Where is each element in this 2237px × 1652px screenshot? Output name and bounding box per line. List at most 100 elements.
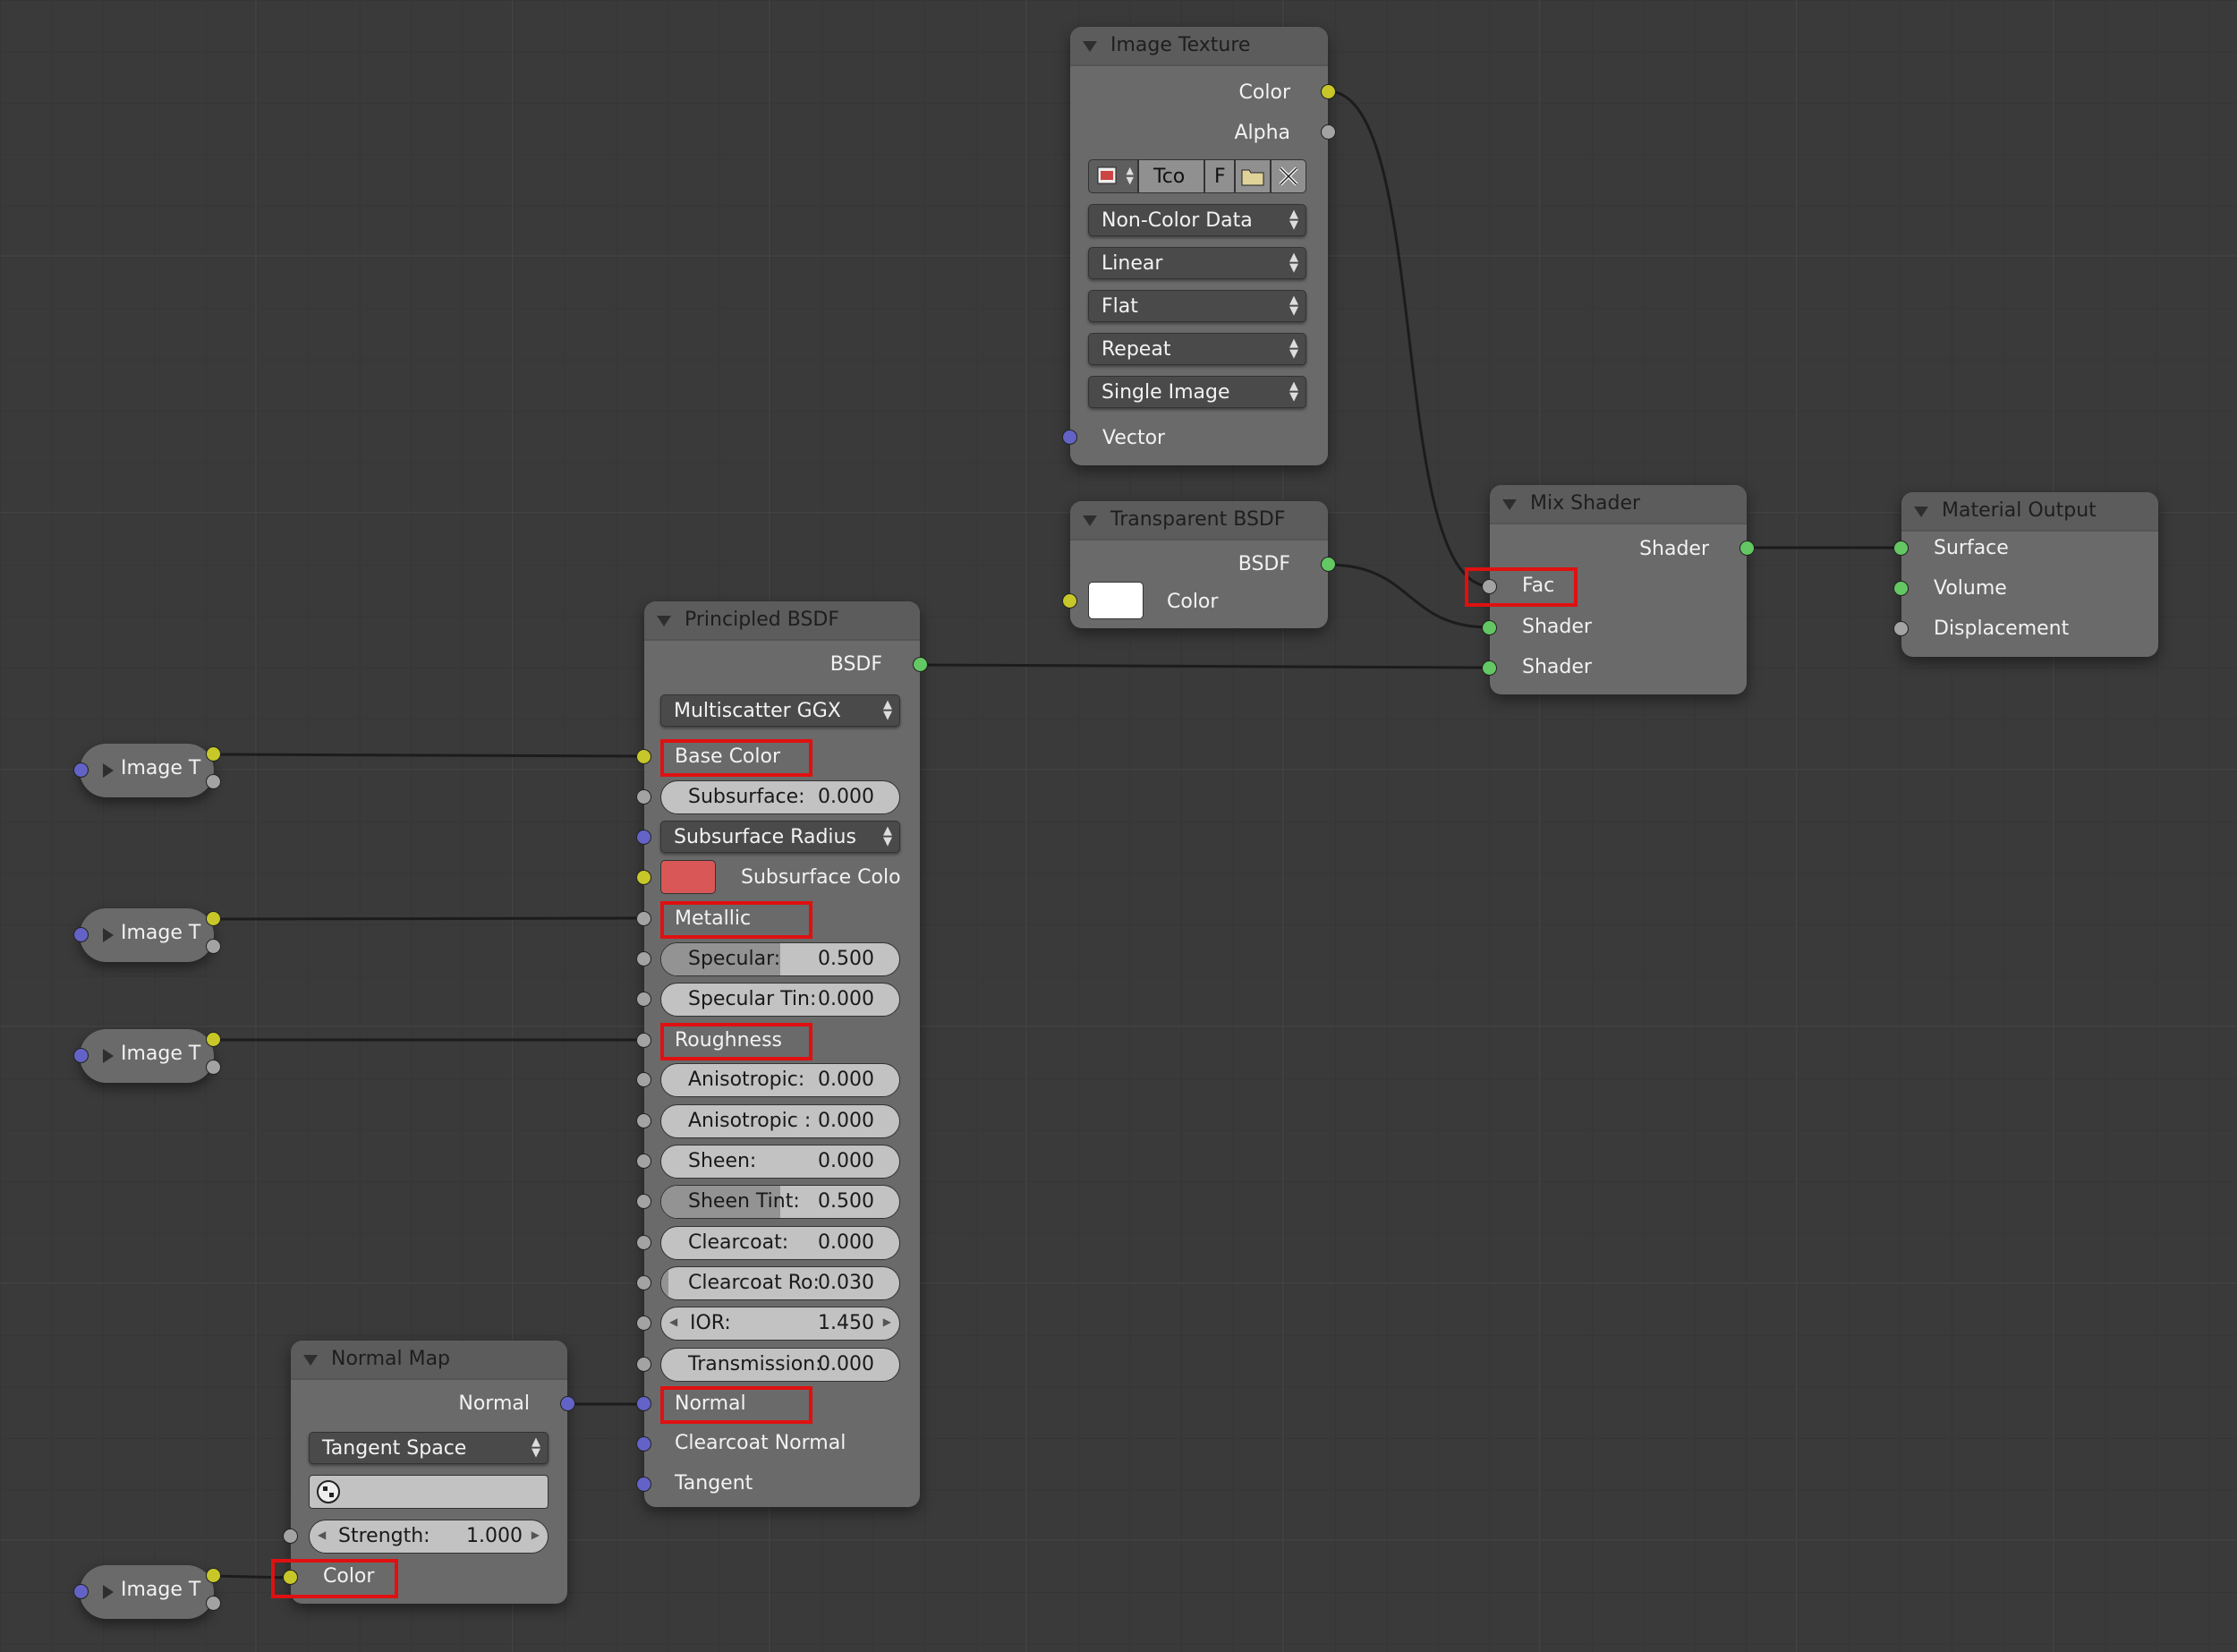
decrement-arrow-icon[interactable]: ◀ (318, 1529, 326, 1541)
input-clearcoat-normal-socket[interactable] (636, 1436, 651, 1452)
input-anisotropic-socket[interactable] (636, 1072, 651, 1087)
image-name-field[interactable]: Tco (1138, 159, 1204, 193)
input-sheen-socket[interactable] (636, 1154, 651, 1169)
open-image-button[interactable] (1235, 159, 1271, 193)
collapse-triangle-icon[interactable] (1914, 507, 1928, 517)
increment-arrow-icon[interactable]: ▶ (532, 1529, 540, 1541)
input-surface-socket[interactable] (1893, 541, 1909, 556)
uv-map-field[interactable] (309, 1475, 549, 1509)
expand-triangle-icon[interactable] (103, 1049, 114, 1063)
decrement-arrow-icon[interactable]: ◀ (669, 1316, 677, 1328)
fake-user-button[interactable]: F (1204, 159, 1235, 193)
input-subsurface-radius-socket[interactable] (636, 830, 651, 845)
ior-field[interactable]: ◀ IOR: 1.450 ▶ (660, 1307, 900, 1341)
collapsed-image-node-1[interactable]: Image T (73, 744, 221, 797)
specular-tint-slider[interactable]: Specular Tin: 0.000 (660, 983, 900, 1017)
projection-dropdown[interactable]: Flat ▲ ▼ (1088, 290, 1306, 322)
output-bsdf-socket[interactable] (913, 657, 928, 672)
output-color-socket[interactable] (206, 746, 221, 762)
input-shader1-socket[interactable] (1482, 620, 1497, 635)
anisotropic-slider[interactable]: Anisotropic: 0.000 (660, 1063, 900, 1097)
input-color-socket[interactable] (1062, 593, 1077, 609)
collapsed-image-node-4[interactable]: Image T (73, 1565, 221, 1619)
source-dropdown[interactable]: Single Image ▲ ▼ (1088, 376, 1306, 408)
input-vector-socket[interactable] (73, 1048, 89, 1063)
input-clearcoat-socket[interactable] (636, 1235, 651, 1250)
transparent-color-swatch[interactable] (1088, 582, 1144, 619)
anisotropic-rotation-slider[interactable]: Anisotropic : 0.000 (660, 1104, 900, 1138)
output-alpha-socket[interactable] (206, 774, 221, 789)
node-header[interactable]: Principled BSDF (644, 601, 920, 641)
input-volume-socket[interactable] (1893, 581, 1909, 596)
sheen-tint-slider[interactable]: Sheen Tint: 0.500 (660, 1185, 900, 1219)
node-header[interactable]: Mix Shader (1490, 485, 1747, 524)
extension-dropdown[interactable]: Repeat ▲ ▼ (1088, 333, 1306, 365)
expand-triangle-icon[interactable] (103, 928, 114, 942)
input-transmission-socket[interactable] (636, 1357, 651, 1372)
specular-slider[interactable]: Specular: 0.500 (660, 942, 900, 976)
collapse-triangle-icon[interactable] (303, 1355, 318, 1366)
strength-field[interactable]: ◀ Strength: 1.000 ▶ (309, 1520, 549, 1554)
image-texture-node[interactable]: Image Texture Color Alpha ▲ ▼ Tco F Non-C… (1062, 27, 1336, 465)
input-base-color-socket[interactable] (636, 749, 651, 764)
input-specular-socket[interactable] (636, 951, 651, 967)
unlink-image-button[interactable] (1271, 159, 1306, 193)
collapsed-image-node-3[interactable]: Image T (73, 1029, 221, 1083)
subsurface-radius-dropdown[interactable]: Subsurface Radius ▲ ▼ (660, 821, 900, 853)
input-strength-socket[interactable] (283, 1529, 298, 1544)
collapse-triangle-icon[interactable] (1083, 41, 1097, 52)
node-header[interactable]: Transparent BSDF (1070, 501, 1328, 541)
space-dropdown[interactable]: Tangent Space ▲ ▼ (309, 1432, 549, 1464)
distribution-dropdown[interactable]: Multiscatter GGX ▲ ▼ (660, 694, 900, 727)
collapsed-image-node-2[interactable]: Image T (73, 908, 221, 962)
input-subsurface-color-socket[interactable] (636, 870, 651, 885)
clearcoat-roughness-slider[interactable]: Clearcoat Ro: 0.030 (660, 1266, 900, 1300)
output-alpha-socket[interactable] (206, 1596, 221, 1611)
input-tangent-socket[interactable] (636, 1477, 651, 1492)
input-subsurface-socket[interactable] (636, 789, 651, 805)
input-clearcoat-roughness-socket[interactable] (636, 1275, 651, 1290)
output-normal-socket[interactable] (560, 1396, 575, 1411)
collapse-triangle-icon[interactable] (1083, 515, 1097, 526)
clearcoat-slider[interactable]: Clearcoat: 0.000 (660, 1226, 900, 1260)
input-vector-socket[interactable] (73, 762, 89, 778)
node-header[interactable]: Normal Map (291, 1341, 567, 1380)
collapse-triangle-icon[interactable] (1502, 499, 1517, 510)
material-output-node[interactable]: Material Output Surface Volume Displacem… (1893, 492, 2158, 657)
output-shader-socket[interactable] (1739, 541, 1755, 556)
output-bsdf-socket[interactable] (1321, 557, 1336, 572)
output-color-socket[interactable] (206, 1032, 221, 1047)
collapse-triangle-icon[interactable] (657, 616, 671, 626)
input-displacement-socket[interactable] (1893, 621, 1909, 636)
color-space-dropdown[interactable]: Non-Color Data ▲ ▼ (1088, 204, 1306, 236)
output-color-socket[interactable] (1321, 84, 1336, 99)
output-color-socket[interactable] (206, 911, 221, 926)
subsurface-slider[interactable]: Subsurface: 0.000 (660, 780, 900, 814)
input-specular-tint-socket[interactable] (636, 992, 651, 1007)
subsurface-color-swatch[interactable] (660, 860, 716, 894)
input-shader2-socket[interactable] (1482, 660, 1497, 676)
browse-image-button[interactable]: ▲ ▼ (1088, 159, 1138, 193)
transparent-bsdf-node[interactable]: Transparent BSDF BSDF Color (1062, 501, 1336, 628)
expand-triangle-icon[interactable] (103, 763, 114, 778)
transmission-slider[interactable]: Transmission: 0.000 (660, 1348, 900, 1382)
interpolation-dropdown[interactable]: Linear ▲ ▼ (1088, 247, 1306, 279)
sheen-slider[interactable]: Sheen: 0.000 (660, 1145, 900, 1179)
input-vector-socket[interactable] (73, 1584, 89, 1599)
output-alpha-socket[interactable] (1321, 124, 1336, 140)
node-header[interactable]: Material Output (1901, 492, 2158, 532)
node-header[interactable]: Image Texture (1070, 27, 1328, 66)
input-vector-socket[interactable] (1062, 430, 1077, 445)
input-sheen-tint-socket[interactable] (636, 1194, 651, 1209)
input-roughness-socket[interactable] (636, 1033, 651, 1048)
input-vector-socket[interactable] (73, 927, 89, 942)
node-editor-canvas[interactable]: Image Texture Color Alpha ▲ ▼ Tco F Non-C… (0, 0, 2237, 1652)
output-color-socket[interactable] (206, 1568, 221, 1583)
output-alpha-socket[interactable] (206, 939, 221, 954)
input-normal-socket[interactable] (636, 1396, 651, 1411)
output-alpha-socket[interactable] (206, 1060, 221, 1075)
input-anisotropic-rotation-socket[interactable] (636, 1113, 651, 1128)
input-ior-socket[interactable] (636, 1316, 651, 1331)
input-metallic-socket[interactable] (636, 911, 651, 926)
expand-triangle-icon[interactable] (103, 1585, 114, 1599)
